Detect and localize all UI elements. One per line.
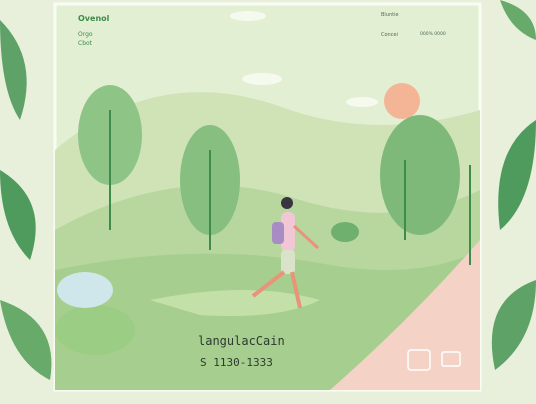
cloud [242, 73, 282, 85]
cloud [230, 11, 266, 21]
tree [380, 115, 460, 235]
nav-item-1[interactable]: Bluntie [381, 12, 399, 18]
nav-item-3[interactable]: 000% 0000 [420, 32, 446, 37]
scene: Ovenol Orgo Cbot Bluntie Concei 000% 000… [0, 0, 536, 404]
brand-title: Ovenol [78, 14, 110, 23]
sun [384, 83, 420, 119]
brand-subtitle-1: Orgo [78, 31, 93, 38]
cloud [346, 97, 378, 107]
nav-item-2[interactable]: Concei [381, 32, 398, 38]
hero-headline: langulacCain [198, 334, 285, 348]
brand-subtitle-2: Cbot [78, 40, 93, 47]
brand-subtitle: Orgo Cbot [78, 30, 93, 48]
hero-subline: S 1130-1333 [200, 356, 273, 369]
